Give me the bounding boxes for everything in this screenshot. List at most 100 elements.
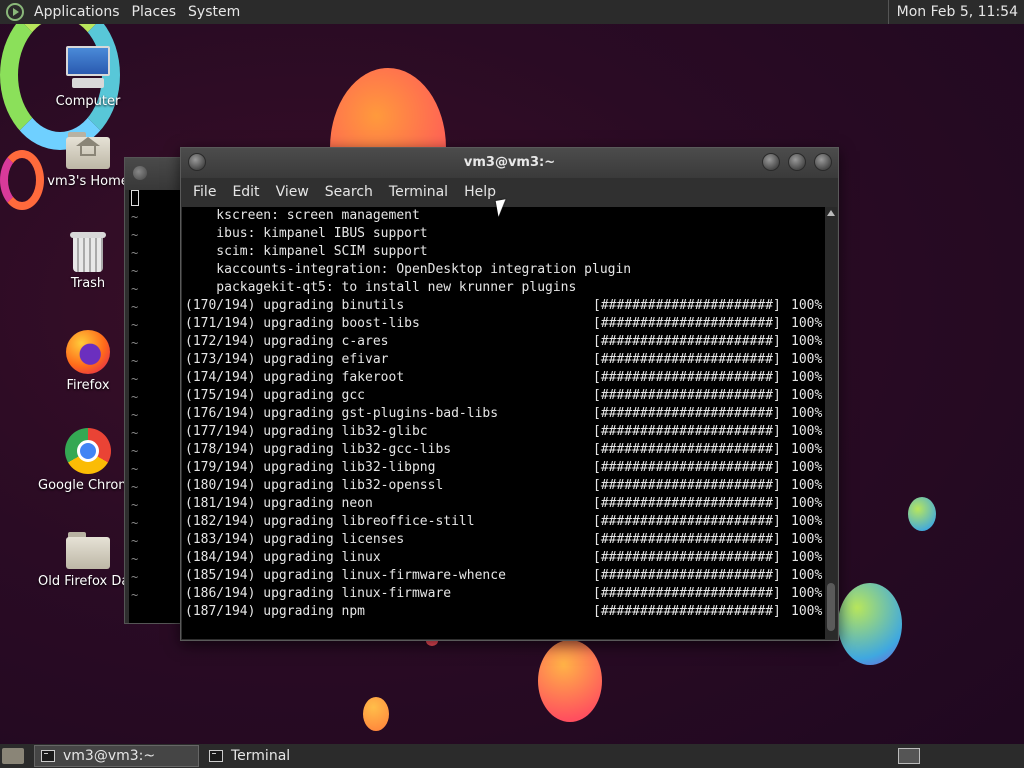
maximize-icon[interactable] <box>788 153 806 171</box>
vim-tilde: ~ <box>131 408 139 422</box>
vim-tilde: ~ <box>131 210 139 224</box>
upgrade-package: (176/194) upgrading gst-plugins-bad-libs <box>185 406 499 421</box>
menu-view[interactable]: View <box>268 178 317 207</box>
vim-tilde: ~ <box>131 282 139 296</box>
vim-tilde: ~ <box>131 372 139 386</box>
window-menu-icon[interactable] <box>188 153 206 171</box>
desktop-icon-label: Trash <box>70 276 106 291</box>
vim-tilde: ~ <box>131 534 139 548</box>
upgrade-percent: 100% <box>791 298 823 313</box>
desktop-icon-computer[interactable]: Computer <box>38 46 138 109</box>
upgrade-progress-bar: [######################] <box>593 388 781 403</box>
applications-menu-icon[interactable] <box>6 3 24 21</box>
window-menu-icon[interactable] <box>133 166 147 180</box>
top-panel: Applications Places System Mon Feb 5, 11… <box>0 0 1024 24</box>
clock[interactable]: Mon Feb 5, 11:54 <box>887 0 1024 24</box>
wallpaper-green-blue-blob <box>838 583 902 665</box>
vim-tilde: ~ <box>131 462 139 476</box>
upgrade-percent: 100% <box>791 550 823 565</box>
upgrade-percent: 100% <box>791 388 823 403</box>
upgrade-line: (170/194) upgrading binutils [###########… <box>182 297 825 315</box>
applications-menu[interactable]: Applications <box>28 0 126 24</box>
upgrade-line: (176/194) upgrading gst-plugins-bad-libs… <box>182 405 825 423</box>
upgrade-percent: 100% <box>791 424 823 439</box>
close-icon[interactable] <box>814 153 832 171</box>
terminal-output[interactable]: kscreen: screen management ibus: kimpane… <box>182 207 825 639</box>
menu-terminal[interactable]: Terminal <box>381 178 456 207</box>
upgrade-package: (171/194) upgrading boost-libs <box>185 316 420 331</box>
desktop-icon-chrome[interactable]: Google Chrome <box>38 428 139 493</box>
workspace-switcher[interactable] <box>898 748 920 764</box>
upgrade-line: (178/194) upgrading lib32-gcc-libs [#####… <box>182 441 825 459</box>
upgrade-line: (173/194) upgrading efivar [#############… <box>182 351 825 369</box>
upgrade-line: (172/194) upgrading c-ares [#############… <box>182 333 825 351</box>
scrollbar-thumb[interactable] <box>827 583 835 631</box>
upgrade-line: (184/194) upgrading linux [##############… <box>182 549 825 567</box>
upgrade-progress-bar: [######################] <box>593 478 781 493</box>
upgrade-package: (185/194) upgrading linux-firmware-whenc… <box>185 568 506 583</box>
vim-tilde: ~ <box>131 390 139 404</box>
taskbar-item-label: Terminal <box>231 748 291 764</box>
vim-tilde: ~ <box>131 588 139 602</box>
upgrade-package: (184/194) upgrading linux <box>185 550 381 565</box>
system-menu[interactable]: System <box>182 0 246 24</box>
menu-edit[interactable]: Edit <box>224 178 267 207</box>
desktop-icon-label: Computer <box>55 94 121 109</box>
upgrade-package: (181/194) upgrading neon <box>185 496 373 511</box>
menu-search[interactable]: Search <box>317 178 381 207</box>
firefox-icon <box>66 330 110 374</box>
upgrade-package: (173/194) upgrading efivar <box>185 352 389 367</box>
upgrade-package: (178/194) upgrading lib32-gcc-libs <box>185 442 452 457</box>
vim-tilde: ~ <box>131 228 139 242</box>
taskbar-item-terminal[interactable]: Terminal <box>203 745 388 767</box>
terminal-window[interactable]: vm3@vm3:~ File Edit View Search Terminal… <box>180 147 839 641</box>
upgrade-line: (180/194) upgrading lib32-openssl [######… <box>182 477 825 495</box>
upgrade-progress-bar: [######################] <box>593 352 781 367</box>
upgrade-progress-bar: [######################] <box>593 514 781 529</box>
menu-file[interactable]: File <box>185 178 224 207</box>
upgrade-progress-bar: [######################] <box>593 604 781 619</box>
upgrade-package: (180/194) upgrading lib32-openssl <box>185 478 444 493</box>
vim-empty-lines: ~ ~ ~ ~ ~ ~ ~ ~ ~ ~ ~ ~ ~ ~ ~ ~ ~ ~ ~ ~ ~ ~ <box>131 208 138 604</box>
vim-tilde: ~ <box>131 426 139 440</box>
desktop-icon-trash[interactable]: Trash <box>38 230 138 291</box>
upgrade-progress-bar: [######################] <box>593 586 781 601</box>
terminal-title: vm3@vm3:~ <box>463 155 556 170</box>
vim-tilde: ~ <box>131 552 139 566</box>
upgrade-percent: 100% <box>791 478 823 493</box>
terminal-titlebar[interactable]: vm3@vm3:~ <box>181 148 838 178</box>
trash-icon <box>70 230 106 272</box>
show-desktop-icon[interactable] <box>2 748 24 764</box>
vim-tilde: ~ <box>131 354 139 368</box>
upgrade-line: (171/194) upgrading boost-libs [#########… <box>182 315 825 333</box>
upgrade-line: (175/194) upgrading gcc [################… <box>182 387 825 405</box>
computer-icon <box>64 46 112 90</box>
upgrade-percent: 100% <box>791 442 823 457</box>
terminal-line: ibus: kimpanel IBUS support <box>185 226 428 241</box>
taskbar-item-vm3-terminal[interactable]: vm3@vm3:~ <box>34 745 199 767</box>
wallpaper-small-green-blob <box>908 497 936 531</box>
upgrade-package: (186/194) upgrading linux-firmware <box>185 586 452 601</box>
folder-icon <box>66 530 110 570</box>
places-menu[interactable]: Places <box>126 0 183 24</box>
upgrade-package: (177/194) upgrading lib32-glibc <box>185 424 428 439</box>
desktop-icon-label: vm3's Home <box>47 174 129 189</box>
vim-tilde: ~ <box>131 336 139 350</box>
wallpaper-small-orange-blob <box>363 697 389 731</box>
terminal-menubar: File Edit View Search Terminal Help <box>181 178 838 207</box>
minimize-icon[interactable] <box>762 153 780 171</box>
upgrade-line: (183/194) upgrading licenses [###########… <box>182 531 825 549</box>
upgrade-progress-bar: [######################] <box>593 406 781 421</box>
upgrade-line: (181/194) upgrading neon [###############… <box>182 495 825 513</box>
desktop-icon-firefox[interactable]: Firefox <box>38 330 138 393</box>
terminal-scrollbar[interactable] <box>825 207 837 639</box>
chrome-icon <box>65 428 111 474</box>
upgrade-line: (185/194) upgrading linux-firmware-whenc… <box>182 567 825 585</box>
desktop-icon-old-firefox-data[interactable]: Old Firefox Data <box>38 530 142 589</box>
upgrade-progress-bar: [######################] <box>593 424 781 439</box>
scroll-up-icon[interactable] <box>827 210 835 216</box>
upgrade-progress-bar: [######################] <box>593 568 781 583</box>
upgrade-percent: 100% <box>791 496 823 511</box>
desktop-icon-home[interactable]: vm3's Home <box>38 130 138 189</box>
upgrade-percent: 100% <box>791 532 823 547</box>
